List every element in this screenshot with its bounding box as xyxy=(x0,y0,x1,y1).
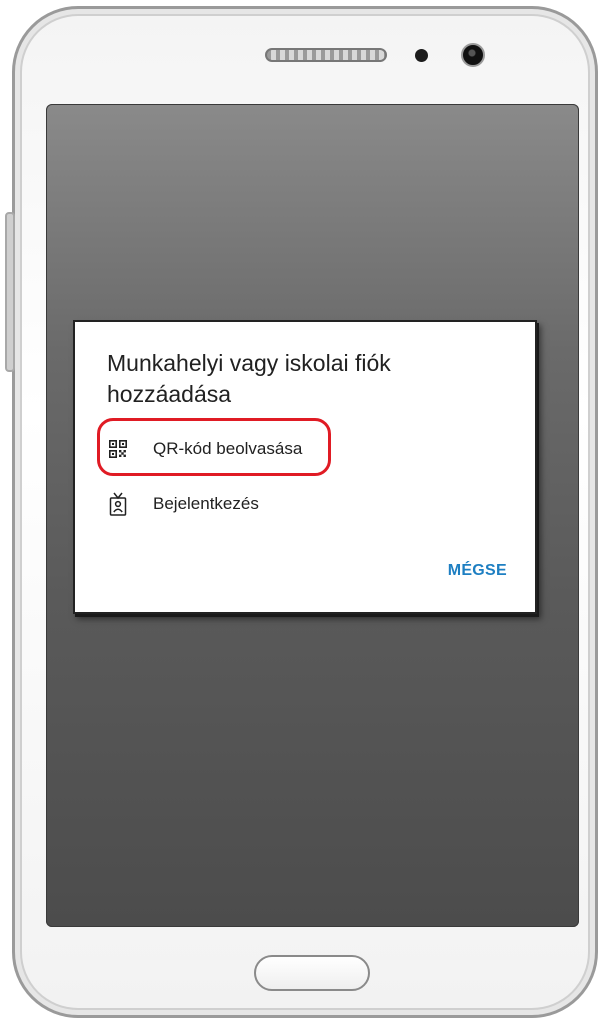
sign-in-option[interactable]: Bejelentkezés xyxy=(109,486,259,522)
front-camera xyxy=(461,43,485,67)
cancel-button[interactable]: MÉGSE xyxy=(448,562,507,580)
option-label: QR-kód beolvasása xyxy=(153,439,303,458)
scan-qr-code-option[interactable]: QR-kód beolvasása xyxy=(109,431,302,467)
side-volume-button xyxy=(5,212,15,372)
id-badge-icon xyxy=(109,491,127,517)
proximity-sensor xyxy=(415,49,428,62)
qr-code-icon xyxy=(109,436,127,462)
home-button[interactable] xyxy=(254,955,370,991)
option-label: Bejelentkezés xyxy=(153,494,259,513)
dialog-title: Munkahelyi vagy iskolai fiók hozzáadása xyxy=(107,350,391,407)
earpiece-speaker xyxy=(265,48,387,62)
add-account-dialog: Munkahelyi vagy iskolai fiók hozzáadása xyxy=(73,320,537,614)
